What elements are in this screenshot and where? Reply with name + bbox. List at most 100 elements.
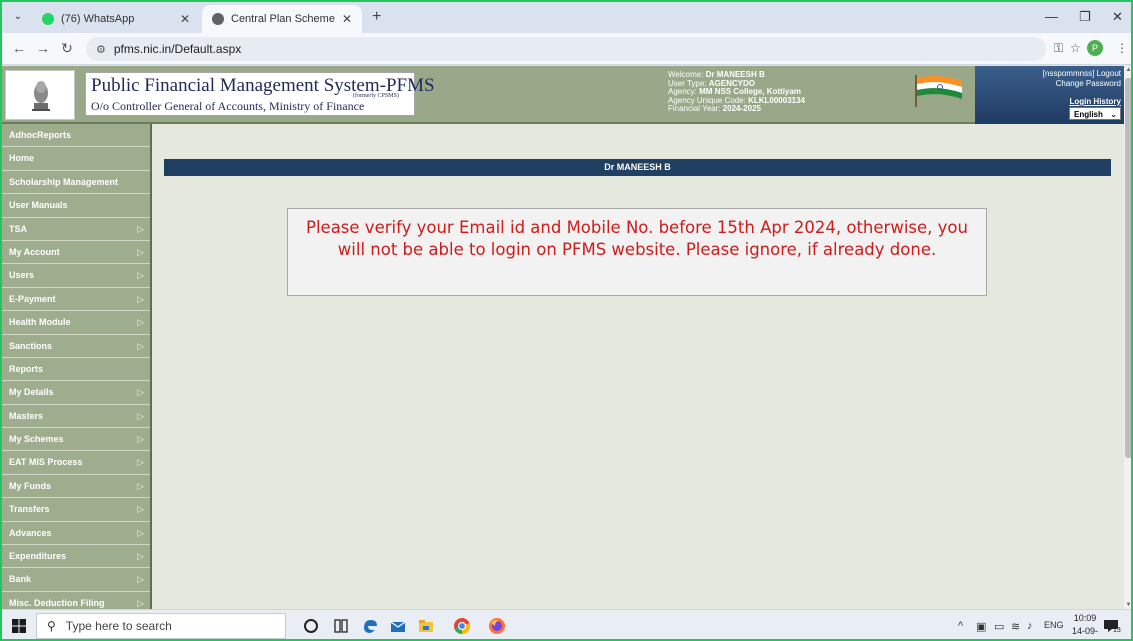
sidebar-item[interactable]: Scholarship Management — [0, 171, 150, 195]
submenu-arrow-icon: ▷ — [137, 551, 144, 562]
language-select[interactable]: English ⌄ — [1069, 107, 1121, 120]
india-flag-icon — [915, 75, 962, 107]
address-bar[interactable]: ⚙ pfms.nic.in/Default.aspx — [86, 37, 1046, 61]
sidebar-item[interactable]: E-Payment ▷ — [0, 288, 150, 312]
windows-start-icon[interactable] — [12, 619, 26, 633]
site-subtitle: O/o Controller General of Accounts, Mini… — [91, 99, 365, 113]
scroll-down-icon[interactable]: ▼ — [1124, 602, 1133, 608]
windows-taskbar: ⚲ Type here to search ^ ▣ ▭ ≋ ♪ ENG 10:0… — [0, 609, 1133, 641]
sidebar-item[interactable]: Misc. Deduction Filing ▷ — [0, 592, 150, 609]
wifi-icon[interactable]: ≋ — [1011, 620, 1020, 633]
submenu-arrow-icon: ▷ — [137, 480, 144, 491]
sidebar-item-label: My Funds — [9, 480, 51, 491]
submenu-arrow-icon: ▷ — [137, 434, 144, 445]
login-history-link[interactable]: Login History — [1069, 97, 1121, 106]
chrome-icon[interactable] — [453, 617, 471, 635]
language-indicator[interactable]: ENG — [1044, 620, 1064, 630]
globe-icon — [212, 13, 224, 25]
task-view-icon[interactable] — [332, 617, 350, 635]
tab-title: (76) WhatsApp — [61, 13, 135, 25]
password-key-icon[interactable]: ⚿ — [1054, 41, 1063, 56]
tab-whatsapp[interactable]: (76) WhatsApp ✕ — [32, 5, 200, 33]
submenu-arrow-icon: ▷ — [137, 457, 144, 468]
minimize-icon[interactable]: — — [1045, 9, 1058, 24]
sidebar-item-label: EAT MIS Process — [9, 457, 83, 468]
battery-icon[interactable]: ▭ — [994, 620, 1004, 633]
sidebar-item-label: User Manuals — [9, 200, 68, 211]
tab-pfms[interactable]: Central Plan Scheme Monitorin ✕ — [202, 5, 362, 33]
sidebar-item-label: Bank — [9, 574, 32, 585]
whatsapp-icon — [42, 13, 54, 25]
browser-menu-icon[interactable]: ⋮ — [1116, 41, 1128, 55]
page-scrollbar[interactable]: ▲ ▼ — [1124, 66, 1133, 609]
tray-overflow-icon[interactable]: ^ — [958, 620, 963, 632]
new-tab-icon[interactable]: + — [372, 8, 381, 26]
sidebar-item[interactable]: Advances ▷ — [0, 522, 150, 546]
taskbar-search[interactable]: ⚲ Type here to search — [36, 613, 286, 639]
sidebar-item[interactable]: Masters ▷ — [0, 405, 150, 429]
sidebar-item-label: E-Payment — [9, 293, 56, 304]
sidebar-item[interactable]: Home — [0, 147, 150, 171]
close-tab-icon[interactable]: ✕ — [338, 12, 356, 26]
submenu-arrow-icon: ▷ — [137, 270, 144, 281]
sidebar-item[interactable]: User Manuals — [0, 194, 150, 218]
volume-icon[interactable]: ♪ — [1027, 620, 1033, 632]
close-window-icon[interactable]: ✕ — [1112, 9, 1123, 25]
language-value: English — [1074, 110, 1103, 119]
search-icon: ⚲ — [47, 619, 56, 633]
sidebar-item[interactable]: Health Module ▷ — [0, 311, 150, 335]
bookmark-star-icon[interactable]: ☆ — [1070, 41, 1081, 55]
chevron-down-icon: ⌄ — [1110, 110, 1117, 119]
financial-year-value: 2024-2025 — [722, 104, 761, 113]
cortana-icon[interactable] — [302, 617, 320, 635]
close-tab-icon[interactable]: ✕ — [176, 12, 194, 26]
logout-link[interactable]: Logout — [1097, 69, 1121, 78]
sidebar-item[interactable]: EAT MIS Process ▷ — [0, 451, 150, 475]
tab-search-chevron-icon[interactable]: ⌄ — [8, 8, 28, 26]
file-explorer-icon[interactable] — [417, 617, 435, 635]
submenu-arrow-icon: ▷ — [137, 410, 144, 421]
profile-avatar[interactable]: P — [1087, 40, 1103, 56]
change-password-link[interactable]: Change Password — [1056, 79, 1121, 88]
forward-icon[interactable]: → — [34, 40, 52, 56]
financial-year-label: Financial Year: — [668, 104, 723, 113]
submenu-arrow-icon: ▷ — [137, 527, 144, 538]
sidebar-item[interactable]: Transfers ▷ — [0, 498, 150, 522]
submenu-arrow-icon: ▷ — [137, 223, 144, 234]
sidebar-item-label: Users — [9, 270, 35, 281]
browser-toolbar: ← → ↻ ⚙ pfms.nic.in/Default.aspx ⚿ ☆ P ⋮ — [0, 33, 1133, 65]
ashoka-emblem-icon — [32, 81, 50, 111]
sidebar-item[interactable]: Bank ▷ — [0, 568, 150, 592]
url-text: pfms.nic.in/Default.aspx — [113, 42, 242, 56]
system-clock[interactable]: 10:09 14-09-2024 — [1062, 612, 1108, 641]
mail-icon[interactable] — [389, 617, 407, 635]
sidebar-item[interactable]: My Details ▷ — [0, 381, 150, 405]
site-info-icon[interactable]: ⚙ — [96, 43, 106, 56]
sidebar-item[interactable]: My Account ▷ — [0, 241, 150, 265]
meet-now-icon[interactable]: ▣ — [976, 620, 986, 633]
sidebar-item[interactable]: My Schemes ▷ — [0, 428, 150, 452]
sidebar-item-label: AdhocReports — [9, 130, 72, 140]
sidebar-item[interactable]: Users ▷ — [0, 264, 150, 288]
search-placeholder: Type here to search — [65, 619, 172, 633]
sidebar-item[interactable]: My Funds ▷ — [0, 475, 150, 499]
reload-icon[interactable]: ↻ — [58, 40, 76, 57]
submenu-arrow-icon: ▷ — [137, 317, 144, 328]
clock-date: 14-09-2024 — [1071, 626, 1098, 641]
edge-icon[interactable] — [361, 617, 379, 635]
restore-icon[interactable]: ❐ — [1079, 9, 1091, 25]
sidebar-item[interactable]: Reports — [0, 358, 150, 382]
pfms-header: Public Financial Management System-PFMS … — [0, 66, 1124, 124]
scroll-up-icon[interactable]: ▲ — [1124, 67, 1133, 73]
sidebar-item-label: Expenditures — [9, 551, 67, 562]
sidebar-item[interactable]: AdhocReports — [0, 124, 150, 148]
submenu-arrow-icon: ▷ — [137, 574, 144, 585]
sidebar-item[interactable]: TSA ▷ — [0, 218, 150, 241]
scrollbar-thumb[interactable] — [1125, 78, 1132, 458]
sidebar-item[interactable]: Expenditures ▷ — [0, 545, 150, 569]
sidebar-item-label: Health Module — [9, 317, 71, 328]
emblem-logo — [5, 70, 75, 120]
sidebar-item[interactable]: Sanctions ▷ — [0, 335, 150, 358]
firefox-icon[interactable] — [488, 617, 506, 635]
back-icon[interactable]: ← — [10, 40, 28, 56]
